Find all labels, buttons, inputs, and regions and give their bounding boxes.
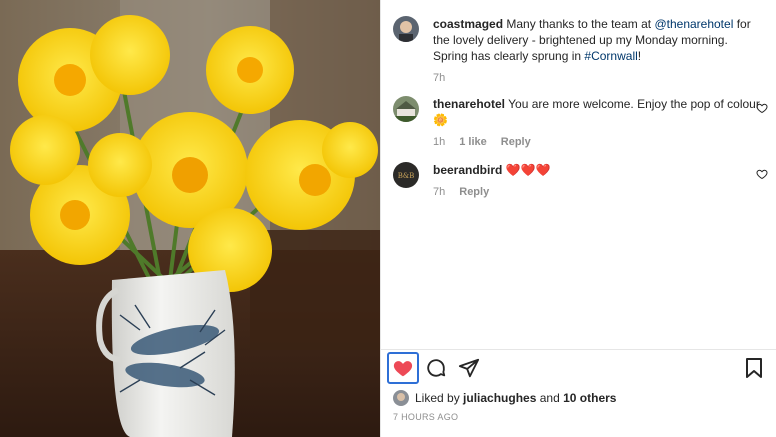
likes-summary: Liked by juliachughes and 10 others [393,390,616,406]
post-photo[interactable] [0,0,380,437]
liked-by-user[interactable]: juliachughes [463,391,536,405]
comment-username[interactable]: beerandbird [433,163,502,177]
divider [381,349,776,350]
save-button[interactable] [742,356,766,380]
avatar[interactable]: B&B [393,162,419,188]
comment-like-icon[interactable] [756,168,768,180]
caption-text: Many thanks to the team at [503,17,655,31]
bookmark-icon [746,358,762,378]
like-button[interactable] [387,352,419,384]
reply-button[interactable]: Reply [501,134,531,150]
post-panel: coastmaged Many thanks to the team at @t… [380,0,776,437]
caption-time[interactable]: 7h [433,70,445,86]
liked-by-label: Liked by [415,391,460,405]
comment-likes[interactable]: 1 like [459,134,487,150]
post-timestamp[interactable]: 7 HOURS AGO [393,412,458,422]
comment-username[interactable]: thenarehotel [433,97,505,111]
comment-icon [427,359,446,377]
liked-by-others[interactable]: 10 others [563,391,616,405]
share-icon [458,358,480,378]
comment-item: B&B beerandbird ❤️❤️❤️ 7h Reply [393,162,763,200]
share-button[interactable] [453,352,485,384]
comment-like-icon[interactable] [756,102,768,114]
comment-text: You are more welcome. Enjoy the pop of c… [505,97,760,111]
liked-by-and: and [539,391,560,405]
caption-username[interactable]: coastmaged [433,17,503,31]
flower-emoji: 🌼 [433,113,448,127]
comment-time[interactable]: 7h [433,184,445,200]
daffodil-image [0,0,380,437]
avatar[interactable] [393,96,419,122]
comment-button[interactable] [420,352,452,384]
comment-item: thenarehotel You are more welcome. Enjoy… [393,96,763,150]
caption-text: ! [637,49,642,63]
svg-text:B&B: B&B [398,172,415,180]
avatar[interactable] [393,390,409,406]
mention-link[interactable]: @thenarehotel [654,17,733,31]
post-caption: coastmaged Many thanks to the team at @t… [393,16,763,86]
avatar[interactable] [393,16,419,42]
reply-button[interactable]: Reply [459,184,489,200]
hearts-emoji: ❤️❤️❤️ [502,163,551,177]
action-bar [387,352,486,384]
comment-time[interactable]: 1h [433,134,445,150]
heart-icon [393,361,413,377]
hashtag-link[interactable]: #Cornwall [584,49,637,63]
